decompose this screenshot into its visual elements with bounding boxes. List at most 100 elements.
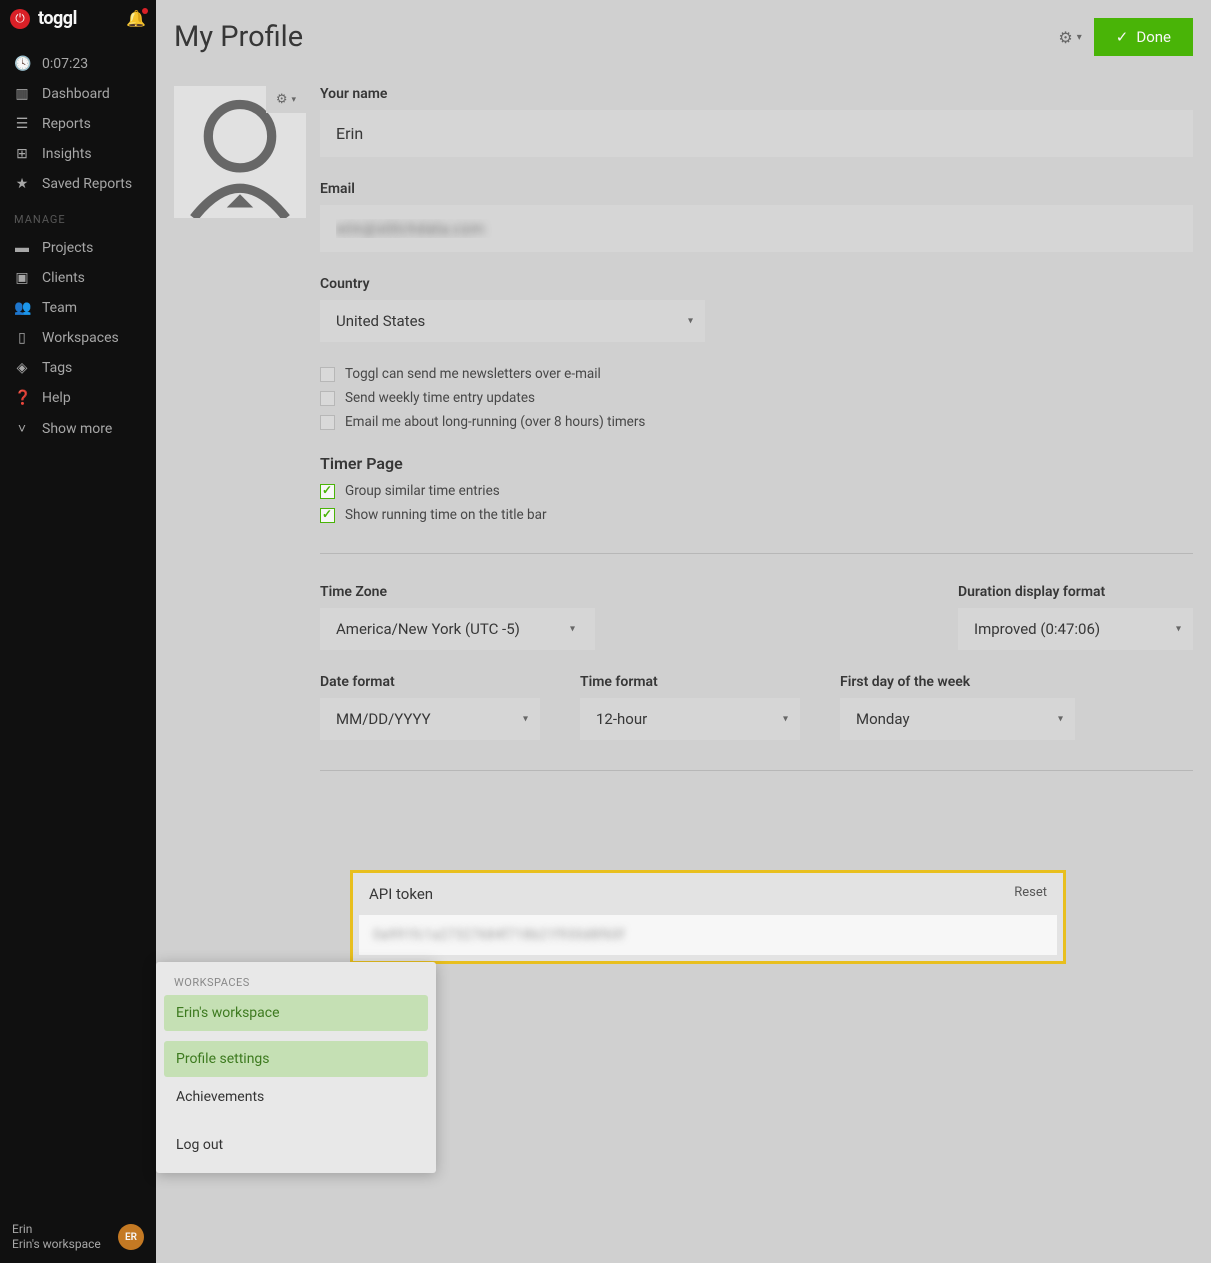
email-label: Email	[320, 181, 1193, 197]
sidebar-item-show-more[interactable]: ˅ Show more	[0, 413, 156, 444]
sidebar-item-label: Help	[42, 390, 71, 406]
sidebar-item-team[interactable]: 👥 Team	[0, 293, 156, 323]
checkbox-weekly-updates[interactable]: Send weekly time entry updates	[320, 390, 1193, 406]
gear-icon: ⚙	[1058, 28, 1072, 47]
page-title: My Profile	[174, 20, 303, 54]
email-input[interactable]	[320, 205, 1193, 252]
sidebar-item-workspaces[interactable]: ▯ Workspaces	[0, 323, 156, 353]
time-format-label: Time format	[580, 674, 800, 690]
profile-avatar: ⚙▾	[174, 86, 306, 218]
sidebar-header: ⏻ toggl 🔔	[0, 0, 156, 37]
popup-item-workspace[interactable]: Erin's workspace	[164, 995, 428, 1031]
sidebar-item-label: Clients	[42, 270, 85, 286]
checkbox-newsletters[interactable]: Toggl can send me newsletters over e-mai…	[320, 366, 1193, 382]
caret-down-icon: ▾	[570, 624, 575, 635]
timer-page-heading: Timer Page	[320, 454, 1193, 473]
sidebar-manage-header: MANAGE	[0, 199, 156, 232]
timezone-label: Time Zone	[320, 584, 918, 600]
sidebar-item-label: Saved Reports	[42, 176, 132, 192]
caret-down-icon: ▾	[523, 714, 528, 725]
sidebar-item-label: Show more	[42, 421, 112, 437]
date-format-label: Date format	[320, 674, 540, 690]
sidebar-item-label: Team	[42, 300, 77, 316]
divider	[320, 770, 1193, 771]
api-token-value[interactable]: 0a991fc1a27327684f718b21f930d8f60f	[359, 915, 1057, 955]
name-input[interactable]	[320, 110, 1193, 157]
footer-workspace: Erin's workspace	[12, 1237, 110, 1253]
brand-name: toggl	[38, 8, 77, 29]
checkbox-title-bar[interactable]: Show running time on the title bar	[320, 507, 1193, 523]
done-label: Done	[1136, 28, 1171, 46]
first-day-label: First day of the week	[840, 674, 1075, 690]
sidebar-item-clients[interactable]: ▣ Clients	[0, 263, 156, 293]
notification-dot	[142, 8, 148, 14]
checkbox-checked-icon	[320, 484, 335, 499]
toggl-logo-icon: ⏻	[10, 9, 30, 29]
chevron-down-icon: ˅	[14, 420, 30, 437]
gear-icon: ⚙	[276, 92, 288, 107]
sidebar-item-label: Dashboard	[42, 86, 110, 102]
plus-box-icon: ⊞	[14, 146, 30, 162]
avatar-settings-button[interactable]: ⚙▾	[266, 86, 306, 113]
clock-icon: 🕓	[14, 56, 30, 72]
person-icon: ▣	[14, 270, 30, 286]
first-day-select[interactable]: Monday	[840, 698, 1075, 740]
caret-down-icon: ▾	[1176, 624, 1181, 635]
team-icon: 👥	[14, 300, 30, 316]
checkbox-checked-icon	[320, 508, 335, 523]
caret-down-icon: ▾	[291, 95, 296, 105]
avatar: ER	[118, 1224, 144, 1250]
duration-select[interactable]: Improved (0:47:06)	[958, 608, 1193, 650]
sidebar-item-timer[interactable]: 🕓0:07:23	[0, 49, 156, 79]
timezone-select[interactable]: America/New York (UTC -5)	[320, 608, 595, 650]
checkbox-group-entries[interactable]: Group similar time entries	[320, 483, 1193, 499]
sidebar-item-tags[interactable]: ◈ Tags	[0, 353, 156, 383]
bar-chart-icon: ▥	[14, 86, 30, 102]
checkbox-icon	[320, 391, 335, 406]
sidebar-item-dashboard[interactable]: ▥ Dashboard	[0, 79, 156, 109]
sidebar-item-reports[interactable]: ☰ Reports	[0, 109, 156, 139]
country-label: Country	[320, 276, 1193, 292]
folder-icon: ▬	[14, 239, 30, 256]
api-token-label: API token	[369, 885, 433, 903]
footer-username: Erin	[12, 1222, 110, 1238]
date-format-select[interactable]: MM/DD/YYYY	[320, 698, 540, 740]
list-icon: ☰	[14, 116, 30, 132]
sidebar-item-insights[interactable]: ⊞ Insights	[0, 139, 156, 169]
sidebar-item-label: Reports	[42, 116, 91, 132]
sidebar-item-label: Projects	[42, 240, 93, 256]
sidebar-item-label: Insights	[42, 146, 92, 162]
popup-item-achievements[interactable]: Achievements	[164, 1079, 428, 1115]
divider	[320, 553, 1193, 554]
sidebar-item-label: Workspaces	[42, 330, 119, 346]
popup-header: WORKSPACES	[164, 970, 428, 995]
notifications-button[interactable]: 🔔	[126, 9, 146, 28]
help-icon: ❓	[14, 390, 30, 406]
star-icon: ★	[14, 176, 30, 192]
checkbox-icon	[320, 367, 335, 382]
sidebar-item-label: Tags	[42, 360, 72, 376]
sidebar-item-projects[interactable]: ▬ Projects	[0, 232, 156, 263]
checkbox-long-running[interactable]: Email me about long-running (over 8 hour…	[320, 414, 1193, 430]
tag-icon: ◈	[14, 360, 30, 376]
sidebar-item-saved-reports[interactable]: ★ Saved Reports	[0, 169, 156, 199]
popup-item-profile-settings[interactable]: Profile settings	[164, 1041, 428, 1077]
popup-item-logout[interactable]: Log out	[164, 1127, 428, 1163]
caret-down-icon: ▾	[1077, 32, 1082, 43]
settings-dropdown[interactable]: ⚙▾	[1058, 28, 1081, 47]
caret-down-icon: ▾	[783, 714, 788, 725]
api-reset-button[interactable]: Reset	[1014, 885, 1047, 903]
done-button[interactable]: ✓Done	[1094, 18, 1193, 56]
time-format-select[interactable]: 12-hour	[580, 698, 800, 740]
sidebar-item-help[interactable]: ❓ Help	[0, 383, 156, 413]
sidebar: ⏻ toggl 🔔 🕓0:07:23 ▥ Dashboard ☰ Reports ⊞…	[0, 0, 156, 1263]
api-token-section: API token Reset 0a991fc1a27327684f718b21…	[350, 870, 1066, 964]
caret-down-icon: ▾	[1058, 714, 1063, 725]
caret-down-icon: ▾	[688, 316, 693, 327]
duration-label: Duration display format	[958, 584, 1193, 600]
sidebar-footer[interactable]: Erin Erin's workspace ER	[0, 1212, 156, 1263]
country-select[interactable]: United States	[320, 300, 705, 342]
briefcase-icon: ▯	[14, 330, 30, 346]
checkbox-icon	[320, 415, 335, 430]
workspace-popup: WORKSPACES Erin's workspace Profile sett…	[156, 962, 436, 1173]
